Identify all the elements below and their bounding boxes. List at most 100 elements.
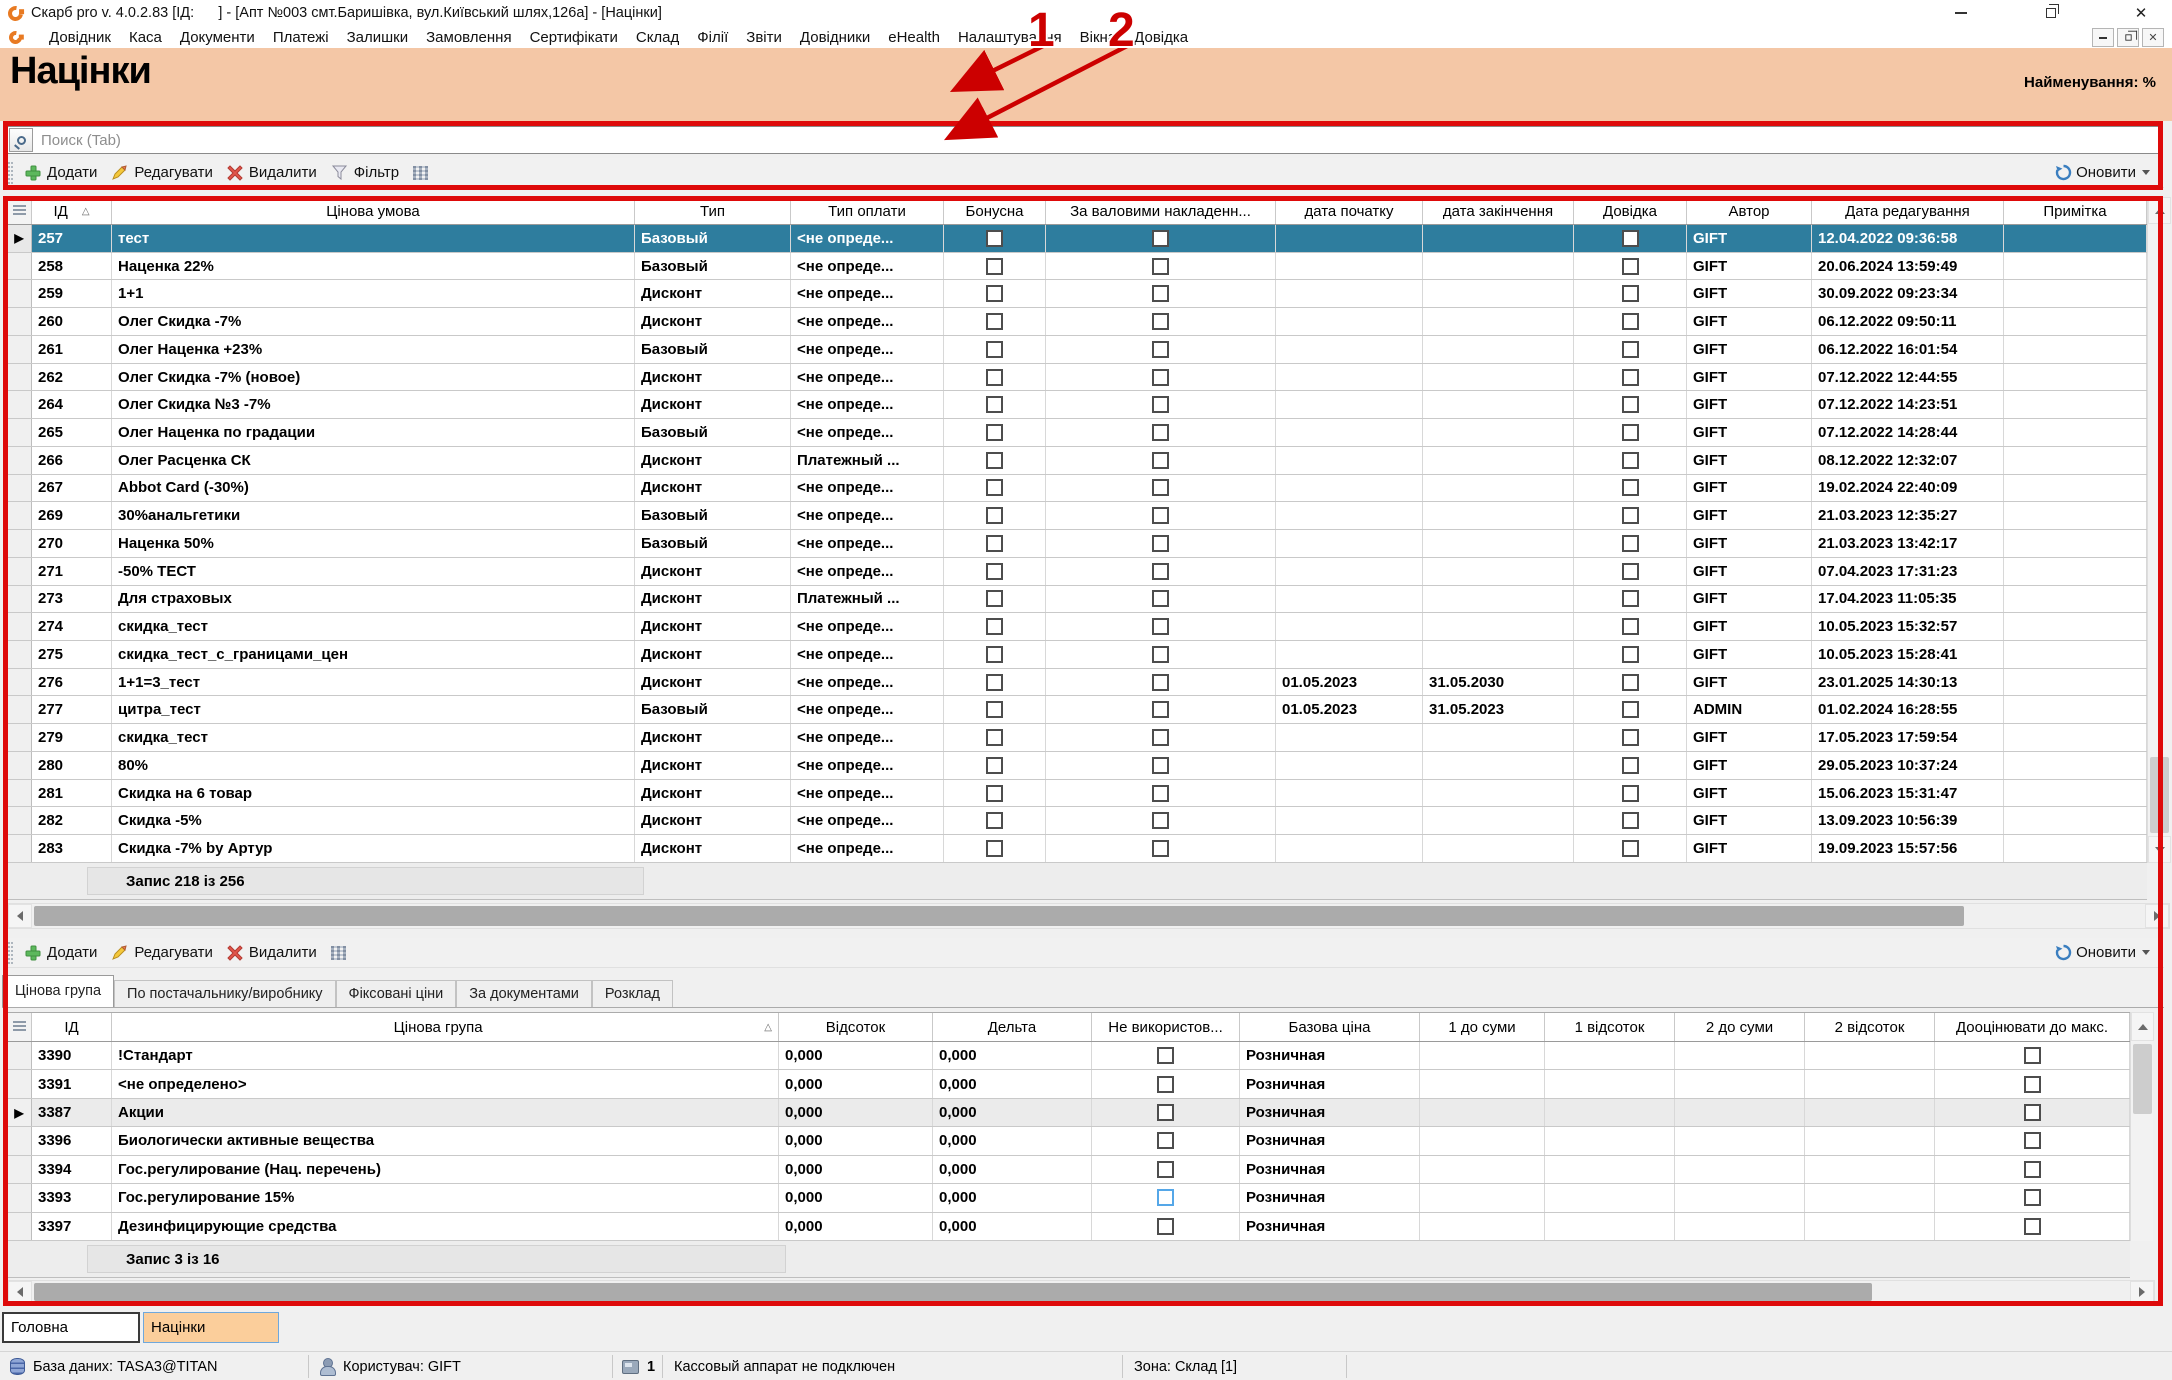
checkbox[interactable] (1157, 1189, 1174, 1206)
tab-Цінова група[interactable]: Цінова група (2, 975, 114, 1007)
checkbox[interactable] (1622, 840, 1639, 857)
menu-item-Звіти[interactable]: Звіти (737, 29, 791, 46)
edit-button[interactable]: Редагувати (107, 161, 223, 184)
checkbox[interactable] (986, 535, 1003, 552)
table-row[interactable]: 281Скидка на 6 товарДисконт<не опреде...… (7, 780, 2147, 808)
checkbox[interactable] (1622, 507, 1639, 524)
search-input[interactable] (33, 132, 2161, 149)
table-row[interactable]: ▶257тестБазовый<не опреде...GIFT12.04.20… (7, 225, 2147, 253)
checkbox[interactable] (1622, 563, 1639, 580)
menu-item-Сертифікати[interactable]: Сертифікати (521, 29, 627, 46)
checkbox[interactable] (1622, 646, 1639, 663)
column-header-1 відсоток[interactable]: 1 відсоток (1545, 1013, 1675, 1041)
checkbox[interactable] (1622, 674, 1639, 691)
scroll-up-button[interactable] (2131, 1012, 2154, 1041)
checkbox[interactable] (1152, 507, 1169, 524)
checkbox[interactable] (1157, 1218, 1174, 1235)
checkbox[interactable] (1152, 840, 1169, 857)
delete-button[interactable]: Видалити (223, 161, 327, 184)
checkbox[interactable] (986, 729, 1003, 746)
menu-item-Каса[interactable]: Каса (120, 29, 171, 46)
column-header-Примітка[interactable]: Примітка (2004, 198, 2147, 224)
table-row[interactable]: 279скидка_тестДисконт<не опреде...GIFT17… (7, 724, 2147, 752)
table-row[interactable]: 3391<не определено>0,0000,000Розничная (7, 1070, 2130, 1098)
column-header-Відсоток[interactable]: Відсоток (779, 1013, 933, 1041)
menu-item-Філії[interactable]: Філії (688, 29, 737, 46)
menu-item-Склад[interactable]: Склад (627, 29, 688, 46)
checkbox[interactable] (986, 313, 1003, 330)
checkbox[interactable] (1157, 1076, 1174, 1093)
child-close-button[interactable]: ✕ (2142, 28, 2164, 47)
checkbox[interactable] (1622, 424, 1639, 441)
checkbox[interactable] (986, 646, 1003, 663)
menu-item-eHealth[interactable]: eHealth (879, 29, 949, 46)
filter-button[interactable]: Фільтр (327, 161, 409, 184)
column-header-Цінова група[interactable]: Цінова група△ (112, 1013, 779, 1041)
table-row[interactable]: 265Олег Наценка по градацииБазовый<не оп… (7, 419, 2147, 447)
columns-button-2[interactable] (327, 943, 356, 963)
checkbox[interactable] (986, 507, 1003, 524)
tab-Фіксовані ціни[interactable]: Фіксовані ціни (336, 980, 457, 1007)
checkbox[interactable] (2024, 1047, 2041, 1064)
checkbox[interactable] (1152, 285, 1169, 302)
checkbox[interactable] (2024, 1076, 2041, 1093)
minimize-button[interactable] (1942, 2, 1980, 24)
child-restore-button[interactable] (2117, 28, 2139, 47)
checkbox[interactable] (2024, 1218, 2041, 1235)
table-row[interactable]: 258Наценка 22%Базовый<не опреде...GIFT20… (7, 253, 2147, 281)
column-header-Базова ціна[interactable]: Базова ціна (1240, 1013, 1420, 1041)
checkbox[interactable] (986, 285, 1003, 302)
vscroll-thumb[interactable] (2150, 757, 2169, 833)
checkbox[interactable] (986, 701, 1003, 718)
checkbox[interactable] (1152, 674, 1169, 691)
table-row[interactable]: 282Скидка -5%Дисконт<не опреде...GIFT13.… (7, 807, 2147, 835)
table-row[interactable]: 3393Гос.регулирование 15%0,0000,000Розни… (7, 1184, 2130, 1212)
column-header-Не використов...[interactable]: Не використов... (1092, 1013, 1240, 1041)
menu-item-Документи[interactable]: Документи (171, 29, 264, 46)
menu-item-Вікна[interactable]: Вікна (1071, 29, 1126, 46)
checkbox[interactable] (986, 230, 1003, 247)
column-header-Дельта[interactable]: Дельта (933, 1013, 1092, 1041)
markup-table-hscrollbar[interactable] (7, 903, 2170, 929)
column-header-Довідка[interactable]: Довідка (1574, 198, 1687, 224)
checkbox[interactable] (1152, 479, 1169, 496)
table-row[interactable]: 277цитра_тестБазовый<не опреде...01.05.2… (7, 696, 2147, 724)
column-header-2 до суми[interactable]: 2 до суми (1675, 1013, 1805, 1041)
table-row[interactable]: 3394Гос.регулирование (Нац. перечень)0,0… (7, 1156, 2130, 1184)
column-header-дата початку[interactable]: дата початку (1276, 198, 1423, 224)
table-row[interactable]: 2591+1Дисконт<не опреде...GIFT30.09.2022… (7, 280, 2147, 308)
checkbox[interactable] (986, 812, 1003, 829)
bottom-tab-markups[interactable]: Націнки (143, 1312, 279, 1343)
checkbox[interactable] (1622, 479, 1639, 496)
restore-button[interactable] (2032, 2, 2070, 24)
column-header-Дата редагування[interactable]: Дата редагування (1812, 198, 2004, 224)
columns-button[interactable] (409, 163, 438, 183)
menu-item-Довідка[interactable]: Довідка (1125, 29, 1197, 46)
checkbox[interactable] (1622, 341, 1639, 358)
checkbox[interactable] (1152, 230, 1169, 247)
checkbox[interactable] (1622, 785, 1639, 802)
column-header-1 до суми[interactable]: 1 до суми (1420, 1013, 1545, 1041)
checkbox[interactable] (986, 369, 1003, 386)
checkbox[interactable] (1157, 1132, 1174, 1149)
column-header-Цінова умова[interactable]: Цінова умова (112, 198, 635, 224)
menu-item-Довідники[interactable]: Довідники (791, 29, 879, 46)
checkbox[interactable] (1622, 729, 1639, 746)
checkbox[interactable] (1152, 590, 1169, 607)
checkbox[interactable] (986, 757, 1003, 774)
tab-Розклад[interactable]: Розклад (592, 980, 673, 1007)
bottom-tab-home[interactable]: Головна (2, 1312, 140, 1343)
checkbox[interactable] (1622, 618, 1639, 635)
refresh-button[interactable]: Оновити (2051, 161, 2164, 184)
hscroll-thumb[interactable] (34, 1283, 1872, 1301)
checkbox[interactable] (2024, 1132, 2041, 1149)
checkbox[interactable] (986, 452, 1003, 469)
checkbox[interactable] (1152, 258, 1169, 275)
checkbox[interactable] (1157, 1161, 1174, 1178)
table-row[interactable]: 270Наценка 50%Базовый<не опреде...GIFT21… (7, 530, 2147, 558)
table-row[interactable]: 267Abbot Card (-30%)Дисконт<не опреде...… (7, 475, 2147, 503)
menu-item-Налаштування[interactable]: Налаштування (949, 29, 1071, 46)
search-icon[interactable] (9, 128, 33, 152)
checkbox[interactable] (1622, 535, 1639, 552)
checkbox[interactable] (1622, 285, 1639, 302)
